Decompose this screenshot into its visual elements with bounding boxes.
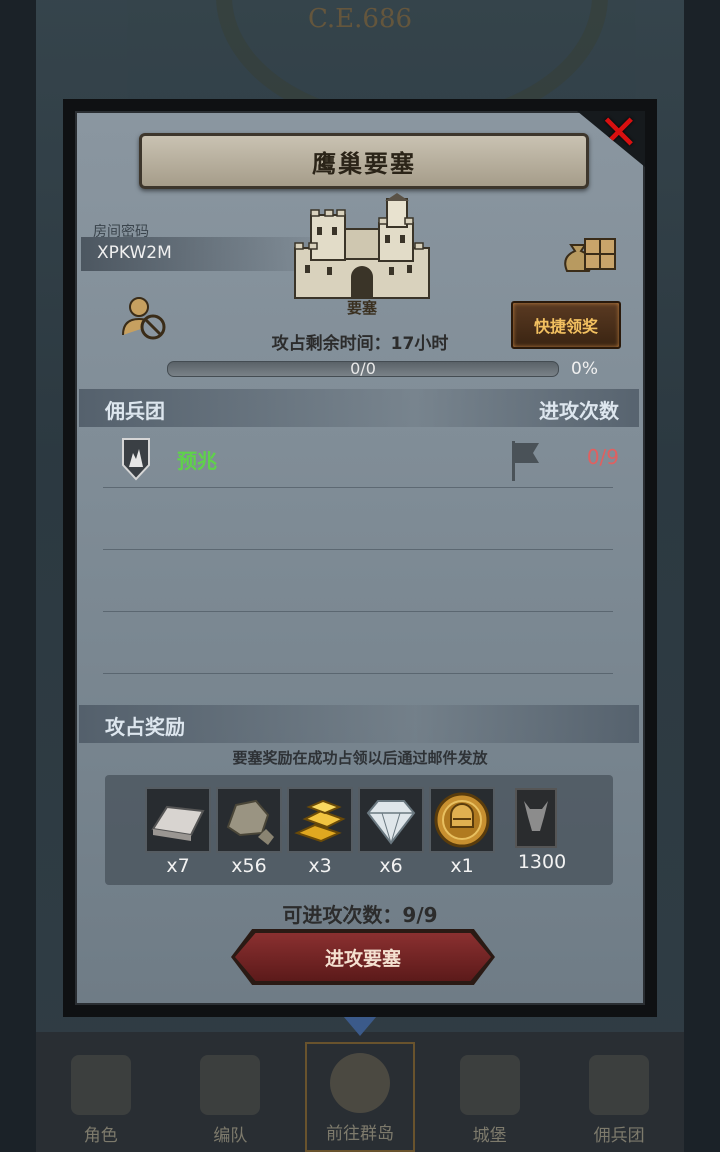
reward-quantity: x3 bbox=[308, 855, 332, 877]
reward-quantity: x7 bbox=[166, 855, 190, 877]
attack-count-header-label: 进攻次数 bbox=[539, 399, 619, 423]
stone-icon bbox=[216, 787, 282, 853]
row-divider bbox=[103, 611, 613, 612]
nav-label: 城堡 bbox=[472, 1126, 507, 1146]
diamond-icon bbox=[358, 787, 424, 853]
helmet-icon bbox=[200, 1055, 261, 1115]
reward-item[interactable]: x7 bbox=[145, 787, 211, 877]
row-divider bbox=[103, 673, 613, 674]
row-divider bbox=[103, 549, 613, 550]
reward-item[interactable]: x56 bbox=[216, 787, 282, 877]
reward-note: 要塞奖励在成功占领以后通过邮件发放 bbox=[232, 749, 488, 767]
title-banner: 鹰巢要塞 bbox=[139, 133, 589, 189]
knight-icon bbox=[70, 1055, 131, 1115]
nav-label: 佣兵团 bbox=[593, 1126, 645, 1146]
fortress-name: 要塞 bbox=[346, 299, 377, 317]
bottom-nav: 角色 编队 前往群岛 城堡 佣兵团 bbox=[36, 1010, 684, 1152]
reward-quantity: x56 bbox=[231, 855, 267, 877]
mercenary-name: 预兆 bbox=[177, 449, 217, 473]
fortress-dialog: 鹰巢要塞 ✕ 房间密码 XPKW2M 要塞 快捷领奖 攻占剩余时间：17小时 0… bbox=[63, 99, 657, 1017]
reward-panel: x7 x56 x3 x6 x1 1300 bbox=[105, 775, 613, 885]
available-attacks: 可进攻次数：9/9 bbox=[282, 903, 438, 927]
nav-item-formation[interactable]: 编队 bbox=[175, 1042, 285, 1152]
rewards-header: 攻占奖励 bbox=[79, 705, 639, 743]
reward-item[interactable]: x6 bbox=[358, 787, 424, 877]
reward-item[interactable]: x3 bbox=[287, 787, 353, 877]
gold-bars-icon bbox=[287, 787, 353, 853]
dialog-body: 鹰巢要塞 ✕ 房间密码 XPKW2M 要塞 快捷领奖 攻占剩余时间：17小时 0… bbox=[75, 111, 645, 1005]
nav-item-islands[interactable]: 前往群岛 bbox=[304, 1010, 415, 1152]
close-icon: ✕ bbox=[598, 105, 639, 161]
time-remaining: 攻占剩余时间：17小时 bbox=[271, 334, 449, 354]
reward-quantity: x1 bbox=[450, 855, 474, 877]
compass-icon bbox=[329, 1053, 390, 1113]
nav-label: 角色 bbox=[83, 1126, 118, 1146]
reward-item[interactable]: 1300 bbox=[505, 787, 579, 873]
mercenary-attack-count: 0/9 bbox=[586, 445, 619, 469]
attack-fortress-button[interactable]: 进攻要塞 bbox=[235, 933, 491, 981]
capture-progress-bar: 0/0 bbox=[167, 359, 559, 378]
room-code-value: XPKW2M bbox=[97, 243, 172, 263]
nav-item-character[interactable]: 角色 bbox=[46, 1042, 156, 1152]
demon-banner-icon bbox=[505, 787, 567, 849]
progress-percent: 0% bbox=[571, 359, 598, 379]
reward-item[interactable]: x1 bbox=[429, 787, 495, 877]
date-label: C.E.686 bbox=[307, 4, 413, 34]
nav-label: 前往群岛 bbox=[325, 1124, 394, 1144]
loot-icon[interactable] bbox=[561, 231, 619, 275]
reward-quantity: 1300 bbox=[517, 851, 567, 873]
nav-item-mercenaries[interactable]: 佣兵团 bbox=[564, 1042, 674, 1152]
reward-quantity: x6 bbox=[379, 855, 403, 877]
mercenary-header: 佣兵团 进攻次数 bbox=[79, 389, 639, 427]
row-divider bbox=[103, 487, 613, 488]
shield-emblem-icon bbox=[122, 438, 150, 481]
mercenary-row[interactable]: 预兆 0/9 bbox=[79, 433, 639, 489]
nav-label: 编队 bbox=[213, 1126, 248, 1146]
silver-ingot-icon bbox=[145, 787, 211, 853]
rewards-header-label: 攻占奖励 bbox=[105, 715, 185, 739]
gold-helmet-coin-icon bbox=[429, 787, 495, 853]
fortress-icon bbox=[294, 193, 430, 299]
progress-text: 0/0 bbox=[350, 359, 376, 378]
nav-item-castle[interactable]: 城堡 bbox=[435, 1042, 545, 1152]
castle-icon bbox=[459, 1055, 520, 1115]
flag-icon bbox=[512, 441, 539, 481]
dialog-title: 鹰巢要塞 bbox=[312, 149, 416, 178]
warrior-icon bbox=[589, 1055, 650, 1115]
mercenary-header-label: 佣兵团 bbox=[105, 399, 165, 423]
